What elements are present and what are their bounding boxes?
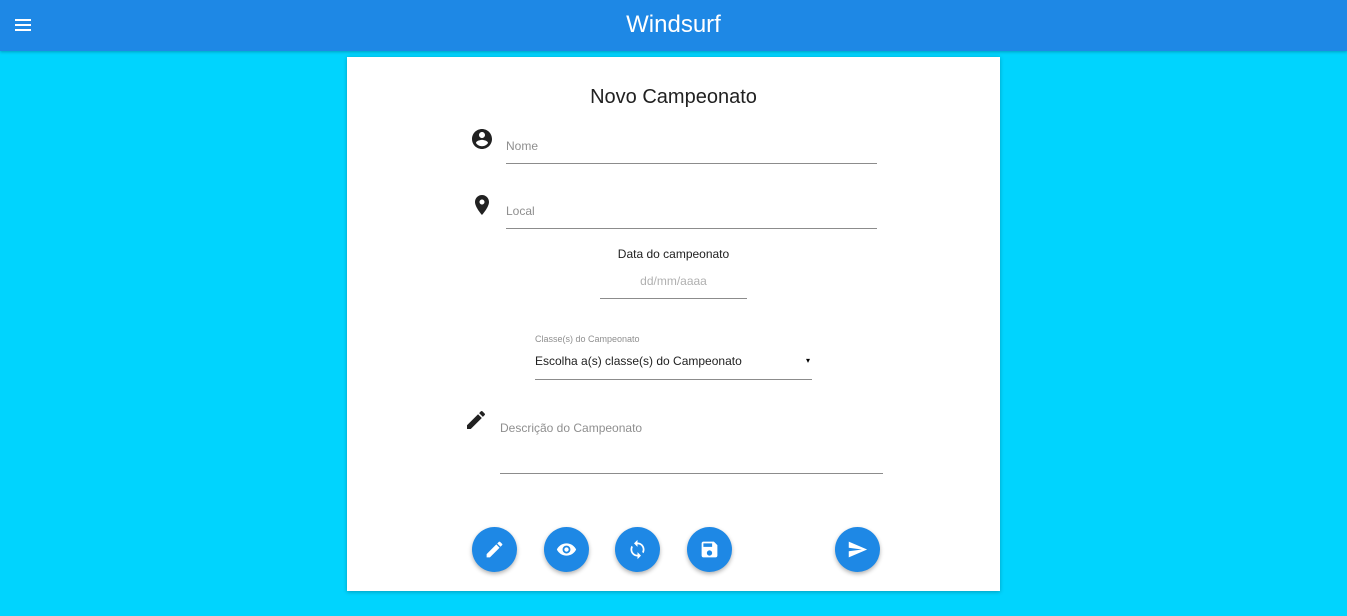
descricao-textarea[interactable]: Descrição do Campeonato xyxy=(500,408,883,474)
refresh-icon xyxy=(630,539,645,560)
data-placeholder: dd/mm/aaaa xyxy=(640,274,707,288)
app-bar: Windsurf xyxy=(0,0,1347,51)
send-button[interactable] xyxy=(835,527,880,572)
nome-input[interactable]: Nome xyxy=(506,127,877,164)
location-pin-icon xyxy=(470,193,494,217)
nome-placeholder: Nome xyxy=(506,139,539,153)
refresh-button[interactable] xyxy=(615,527,660,572)
app-title: Windsurf xyxy=(626,11,721,38)
data-label: Data do campeonato xyxy=(617,247,730,261)
save-button[interactable] xyxy=(687,527,732,572)
classes-select[interactable]: Escolha a(s) classe(s) do Campeonato ▾ xyxy=(535,349,812,380)
preview-eye-icon xyxy=(556,543,577,556)
classes-label: Classe(s) do Campeonato xyxy=(535,334,640,344)
local-input[interactable]: Local xyxy=(506,193,877,229)
dropdown-caret-icon: ▾ xyxy=(805,356,810,365)
pencil-icon xyxy=(464,408,488,432)
local-placeholder: Local xyxy=(506,204,535,218)
send-icon xyxy=(848,541,868,558)
edit-icon xyxy=(486,541,503,558)
form-title: Novo Campeonato xyxy=(590,86,757,108)
descricao-placeholder: Descrição do Campeonato xyxy=(500,421,643,435)
edit-button[interactable] xyxy=(472,527,517,572)
classes-selected-value: Escolha a(s) classe(s) do Campeonato xyxy=(535,354,742,368)
save-floppy-icon xyxy=(701,541,718,558)
data-input[interactable]: dd/mm/aaaa xyxy=(600,267,747,299)
account-circle-icon xyxy=(470,127,494,151)
form-card: Novo Campeonato Nome Local Data do campe… xyxy=(347,57,1000,591)
preview-button[interactable] xyxy=(544,527,589,572)
